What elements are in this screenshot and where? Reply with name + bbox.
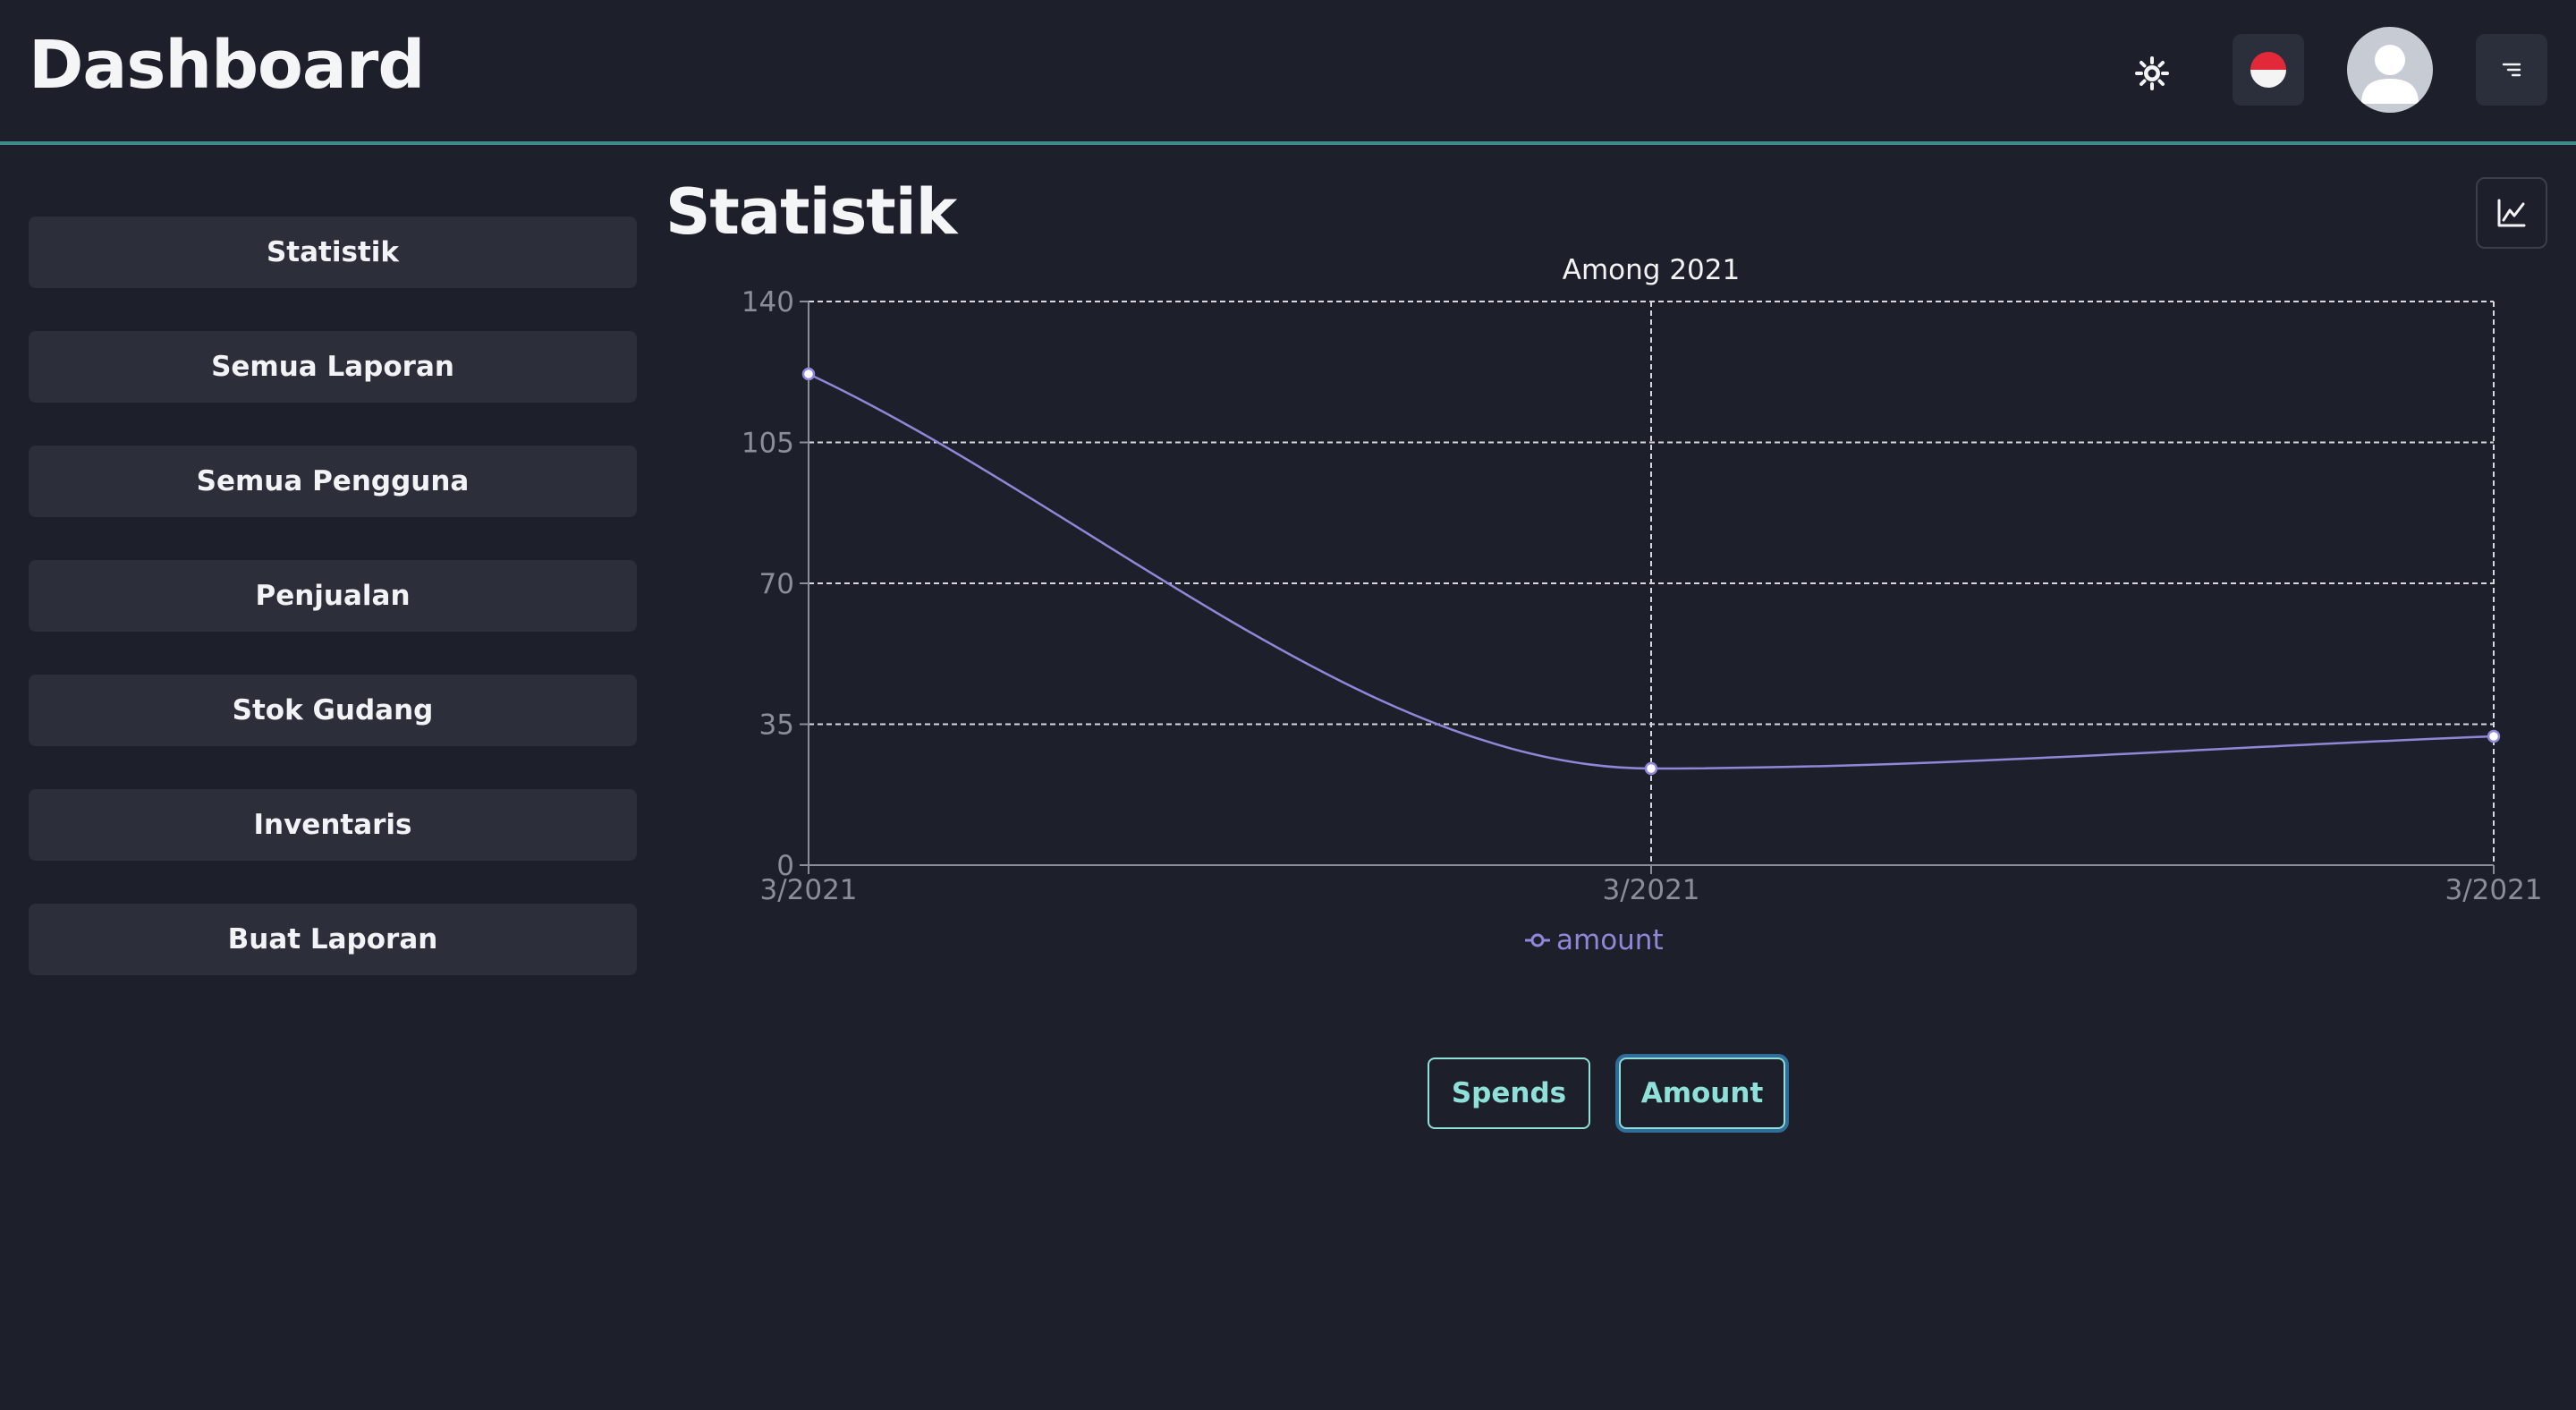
language-button[interactable] bbox=[2233, 34, 2304, 106]
chart-container: Among 2021 0 35 70 105 140 3/2021 3/2021 3/2021 … bbox=[665, 242, 2558, 984]
chart-legend[interactable]: amount bbox=[1524, 924, 1664, 956]
x-tick-label: 3/2021 bbox=[759, 874, 857, 906]
app-title: Dashboard bbox=[29, 27, 425, 104]
tab-amount[interactable]: Amount bbox=[1619, 1058, 1785, 1129]
chart-title: Among 2021 bbox=[1563, 254, 1740, 286]
tab-spends[interactable]: Spends bbox=[1428, 1058, 1590, 1129]
theme-toggle-button[interactable] bbox=[2125, 47, 2179, 100]
y-tick-label: 35 bbox=[759, 709, 794, 742]
sidebar-item-statistik[interactable]: Statistik bbox=[29, 217, 637, 288]
menu-button[interactable] bbox=[2476, 34, 2547, 106]
user-avatar-icon bbox=[2361, 45, 2419, 104]
sun-icon bbox=[2135, 56, 2169, 90]
sidebar-item-stok-gudang[interactable]: Stok Gudang bbox=[29, 675, 637, 746]
y-tick-label: 70 bbox=[759, 568, 794, 600]
top-header: Dashboard bbox=[0, 0, 2576, 145]
x-tick-label: 3/2021 bbox=[2445, 874, 2542, 906]
sidebar-item-buat-laporan[interactable]: Buat Laporan bbox=[29, 904, 637, 975]
indonesia-flag-icon bbox=[2250, 52, 2286, 88]
y-tick-label: 105 bbox=[741, 428, 794, 460]
sidebar-item-inventaris[interactable]: Inventaris bbox=[29, 789, 637, 861]
menu-icon bbox=[2502, 63, 2521, 77]
line-chart: Among 2021035701051403/2021 3/2021 3/2021 bbox=[741, 254, 2543, 906]
data-point bbox=[2487, 729, 2501, 743]
user-avatar[interactable] bbox=[2347, 27, 2433, 113]
line-chart-icon bbox=[2497, 199, 2526, 227]
data-point bbox=[801, 367, 816, 381]
x-tick-label: 3/2021 bbox=[1602, 874, 1699, 906]
legend-label: amount bbox=[1556, 924, 1664, 956]
sidebar-item-semua-laporan[interactable]: Semua Laporan bbox=[29, 331, 637, 403]
sidebar-item-semua-pengguna[interactable]: Semua Pengguna bbox=[29, 446, 637, 517]
legend-line-marker-icon bbox=[1525, 933, 1550, 947]
y-tick-label: 140 bbox=[741, 286, 794, 319]
page-title: Statistik bbox=[665, 175, 957, 249]
chart-type-button[interactable] bbox=[2476, 177, 2547, 249]
data-point bbox=[1644, 761, 1658, 776]
sidebar-item-penjualan[interactable]: Penjualan bbox=[29, 560, 637, 632]
